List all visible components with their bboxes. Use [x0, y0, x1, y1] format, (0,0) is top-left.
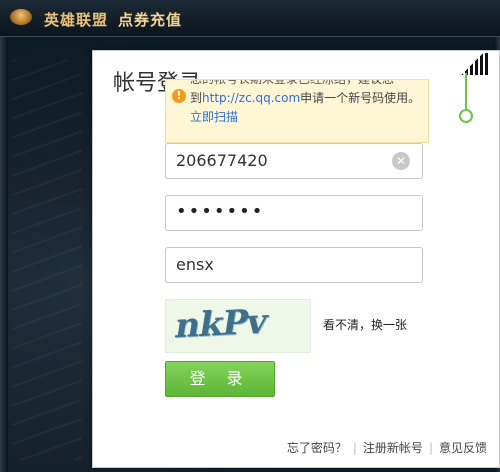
window-title: 英雄联盟 点券充值 — [44, 9, 182, 30]
window-left-frame — [0, 36, 8, 472]
footer-links: 忘了密码？ | 注册新帐号 | 意见反馈 — [287, 439, 487, 456]
qr-login-toggle-icon[interactable] — [455, 53, 489, 75]
background-art — [12, 60, 82, 460]
captcha-image-text: nkPv — [172, 301, 270, 347]
window-titlebar: 英雄联盟 点券充值 — [0, 0, 500, 37]
register-site-link[interactable]: http://zc.qq.com — [202, 91, 300, 105]
register-link[interactable]: 注册新帐号 — [363, 441, 423, 455]
login-button[interactable]: 登 录 — [165, 361, 275, 397]
game-logo-icon — [10, 9, 32, 25]
feedback-link[interactable]: 意见反馈 — [439, 441, 487, 455]
notice-prefix: 到 — [190, 91, 203, 105]
qr-guide-line — [465, 73, 467, 109]
footer-divider: | — [352, 441, 357, 455]
password-input[interactable]: ••••••• — [165, 195, 423, 231]
notice-text: 您的帐号长期未登录已经冻结，建议您 到http://zc.qq.com申请一个新… — [190, 80, 426, 127]
captcha-input-value: ensx — [176, 255, 214, 274]
login-dialog: 帐号登录 ! 您的帐号长期未登录已经冻结，建议您 到http://zc.qq.c… — [92, 50, 500, 468]
refresh-captcha-link[interactable]: 看不清，换一张 — [323, 316, 407, 333]
captcha-image[interactable]: nkPv — [165, 299, 311, 353]
forgot-password-link[interactable]: 忘了密码？ — [287, 441, 347, 455]
account-input[interactable]: 206677420 ✕ — [165, 143, 423, 179]
password-input-value: ••••••• — [176, 201, 265, 222]
account-notice: ! 您的帐号长期未登录已经冻结，建议您 到http://zc.qq.com申请一… — [165, 79, 429, 143]
clear-input-icon[interactable]: ✕ — [392, 152, 410, 170]
app-subtitle: 点券充值 — [118, 11, 183, 29]
captcha-input[interactable]: ensx — [165, 247, 423, 283]
account-input-value: 206677420 — [176, 151, 268, 170]
notice-partial-line: 您的帐号长期未登录已经冻结，建议您 — [190, 79, 395, 86]
notice-suffix: 申请一个新号码使用。 — [300, 91, 421, 105]
app-title: 英雄联盟 — [44, 11, 109, 29]
qr-guide-dot — [459, 109, 473, 123]
scan-now-link[interactable]: 立即扫描 — [190, 110, 238, 124]
warning-icon: ! — [172, 89, 186, 103]
footer-divider: | — [428, 441, 433, 455]
